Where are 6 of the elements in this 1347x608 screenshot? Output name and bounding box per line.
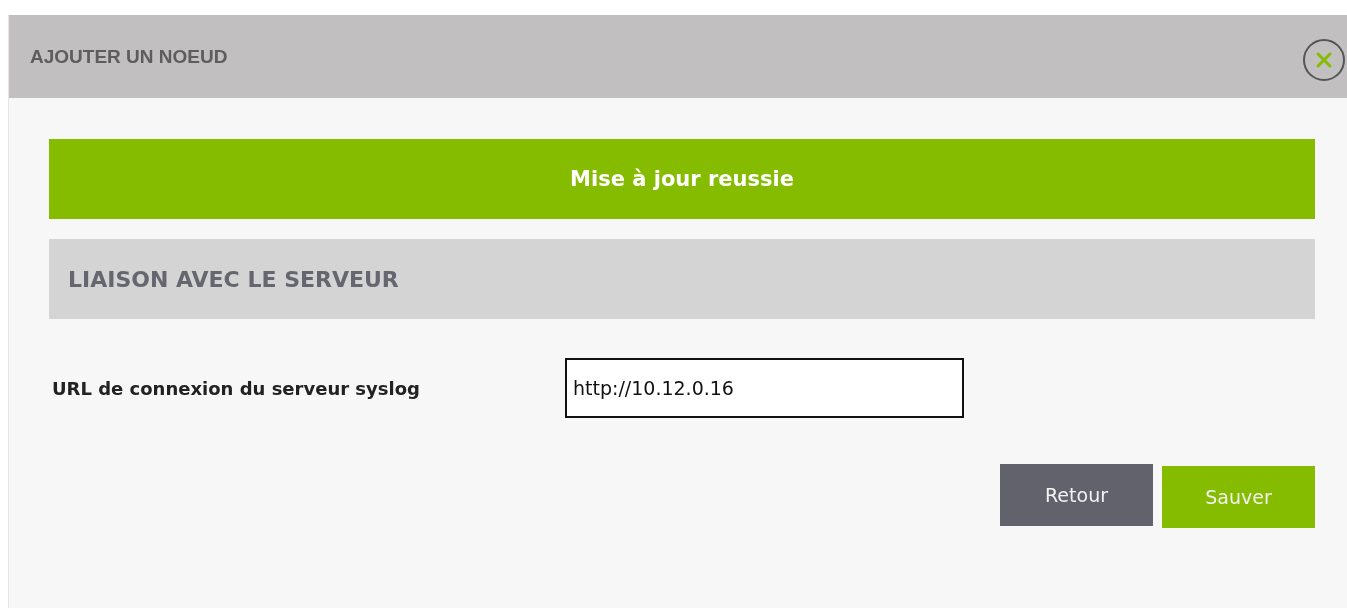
url-field[interactable]: http://10.12.0.16 (565, 358, 964, 418)
field-label: URL de connexion du serveur syslog (51, 377, 421, 399)
dialog-title: AJOUTER UN NOEUD (30, 45, 228, 68)
back-button[interactable]: Retour (1000, 464, 1153, 526)
banner-message: Mise à jour reussie (570, 167, 794, 191)
section-title: LIAISON AVEC LE SERVEUR (68, 266, 399, 292)
